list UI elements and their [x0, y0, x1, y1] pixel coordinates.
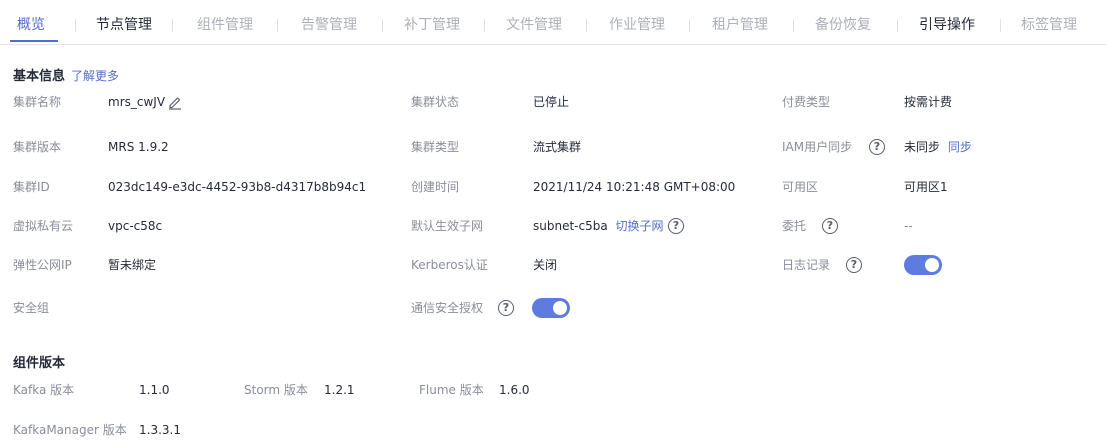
help-circle-icon[interactable]: ?: [846, 257, 862, 273]
tab-separator: [75, 19, 76, 32]
created-time-label: 创建时间: [411, 180, 460, 194]
tab-tenant-management[interactable]: 租户管理: [712, 14, 768, 36]
flume-version-label: Flume 版本: [419, 383, 484, 397]
tab-patch-management[interactable]: 补丁管理: [404, 14, 460, 36]
tab-overview[interactable]: 概览: [17, 14, 45, 36]
eip-label: 弹性公网IP: [13, 258, 72, 272]
cluster-status-label: 集群状态: [411, 95, 460, 109]
help-circle-icon[interactable]: ?: [869, 139, 885, 155]
kerberos-value: 关闭: [533, 258, 558, 272]
default-subnet-name: subnet-c5ba: [533, 219, 608, 233]
help-circle-icon[interactable]: ?: [498, 300, 514, 316]
tab-separator: [689, 19, 690, 32]
cluster-version-label: 集群版本: [13, 140, 62, 154]
agency-value: --: [904, 219, 913, 233]
billing-type-label: 付费类型: [782, 95, 831, 109]
billing-type-value: 按需计费: [904, 95, 953, 109]
cluster-id-label: 集群ID: [13, 180, 50, 194]
iam-sync-label: IAM用户同步: [782, 140, 853, 154]
cluster-name-value: mrs_cwJV: [108, 95, 166, 109]
cluster-status-value: 已停止: [533, 95, 570, 109]
tab-tag-management[interactable]: 标签管理: [1021, 14, 1077, 36]
default-subnet-label: 默认生效子网: [411, 219, 484, 233]
tab-separator: [897, 19, 898, 32]
cluster-type-label: 集群类型: [411, 140, 460, 154]
storm-version-value: 1.2.1: [324, 383, 355, 397]
help-circle-icon[interactable]: ?: [822, 218, 838, 234]
help-circle-icon[interactable]: ?: [668, 218, 684, 234]
vpc-label: 虚拟私有云: [13, 219, 74, 233]
eip-value: 暂未绑定: [108, 258, 157, 272]
tab-node-management[interactable]: 节点管理: [96, 14, 152, 36]
cluster-id-value: 023dc149-e3dc-4452-93b8-d4317b8b94c1: [108, 180, 367, 194]
tab-separator: [277, 19, 278, 32]
default-subnet-value: subnet-c5ba 切换子网: [533, 217, 664, 235]
toggle-knob: [925, 258, 939, 272]
tab-job-management[interactable]: 作业管理: [609, 14, 665, 36]
tab-backup-restore[interactable]: 备份恢复: [815, 14, 871, 36]
agency-label: 委托: [782, 219, 807, 233]
kerberos-label: Kerberos认证: [411, 258, 488, 272]
pencil-icon[interactable]: [167, 94, 183, 110]
tab-separator: [172, 19, 173, 32]
kafkamanager-version-value: 1.3.3.1: [139, 423, 181, 437]
tab-active-indicator: [10, 40, 58, 42]
component-version-title: 组件版本: [13, 356, 66, 371]
cluster-version-value: MRS 1.9.2: [108, 140, 169, 154]
az-label: 可用区: [782, 180, 819, 194]
tab-separator: [793, 19, 794, 32]
security-group-label: 安全组: [13, 301, 50, 315]
tab-separator: [484, 19, 485, 32]
comm-auth-label: 通信安全授权: [411, 301, 484, 315]
comm-auth-toggle[interactable]: [532, 298, 570, 318]
flume-version-value: 1.6.0: [499, 383, 530, 397]
cluster-name-label: 集群名称: [13, 95, 62, 109]
storm-version-label: Storm 版本: [244, 383, 308, 397]
kafkamanager-version-label: KafkaManager 版本: [13, 423, 127, 437]
tab-alarm-management[interactable]: 告警管理: [301, 14, 357, 36]
log-record-label: 日志记录: [782, 258, 831, 272]
tab-separator: [382, 19, 383, 32]
log-record-toggle[interactable]: [904, 255, 942, 275]
created-time-value: 2021/11/24 10:21:48 GMT+08:00: [533, 180, 736, 194]
tab-component-management[interactable]: 组件管理: [197, 14, 253, 36]
basic-info-title: 基本信息 了解更多: [13, 65, 119, 84]
sync-link[interactable]: 同步: [948, 140, 972, 154]
cluster-type-value: 流式集群: [533, 140, 582, 154]
switch-subnet-link[interactable]: 切换子网: [616, 219, 664, 233]
toggle-knob: [553, 301, 567, 315]
iam-sync-value: 未同步 同步: [904, 138, 972, 156]
learn-more-link[interactable]: 了解更多: [71, 69, 119, 83]
basic-info-heading: 基本信息: [13, 69, 66, 84]
tab-separator: [586, 19, 587, 32]
tab-separator: [1000, 19, 1001, 32]
kafka-version-label: Kafka 版本: [13, 383, 75, 397]
kafka-version-value: 1.1.0: [139, 383, 170, 397]
tab-bootstrap-action[interactable]: 引导操作: [919, 14, 975, 36]
tab-file-management[interactable]: 文件管理: [506, 14, 562, 36]
iam-sync-status: 未同步: [904, 140, 941, 154]
tab-bar: 概览 节点管理 组件管理 告警管理 补丁管理 文件管理 作业管理 租户管理 备份…: [0, 0, 1106, 45]
az-value: 可用区1: [904, 180, 948, 194]
vpc-value: vpc-c58c: [108, 219, 163, 233]
